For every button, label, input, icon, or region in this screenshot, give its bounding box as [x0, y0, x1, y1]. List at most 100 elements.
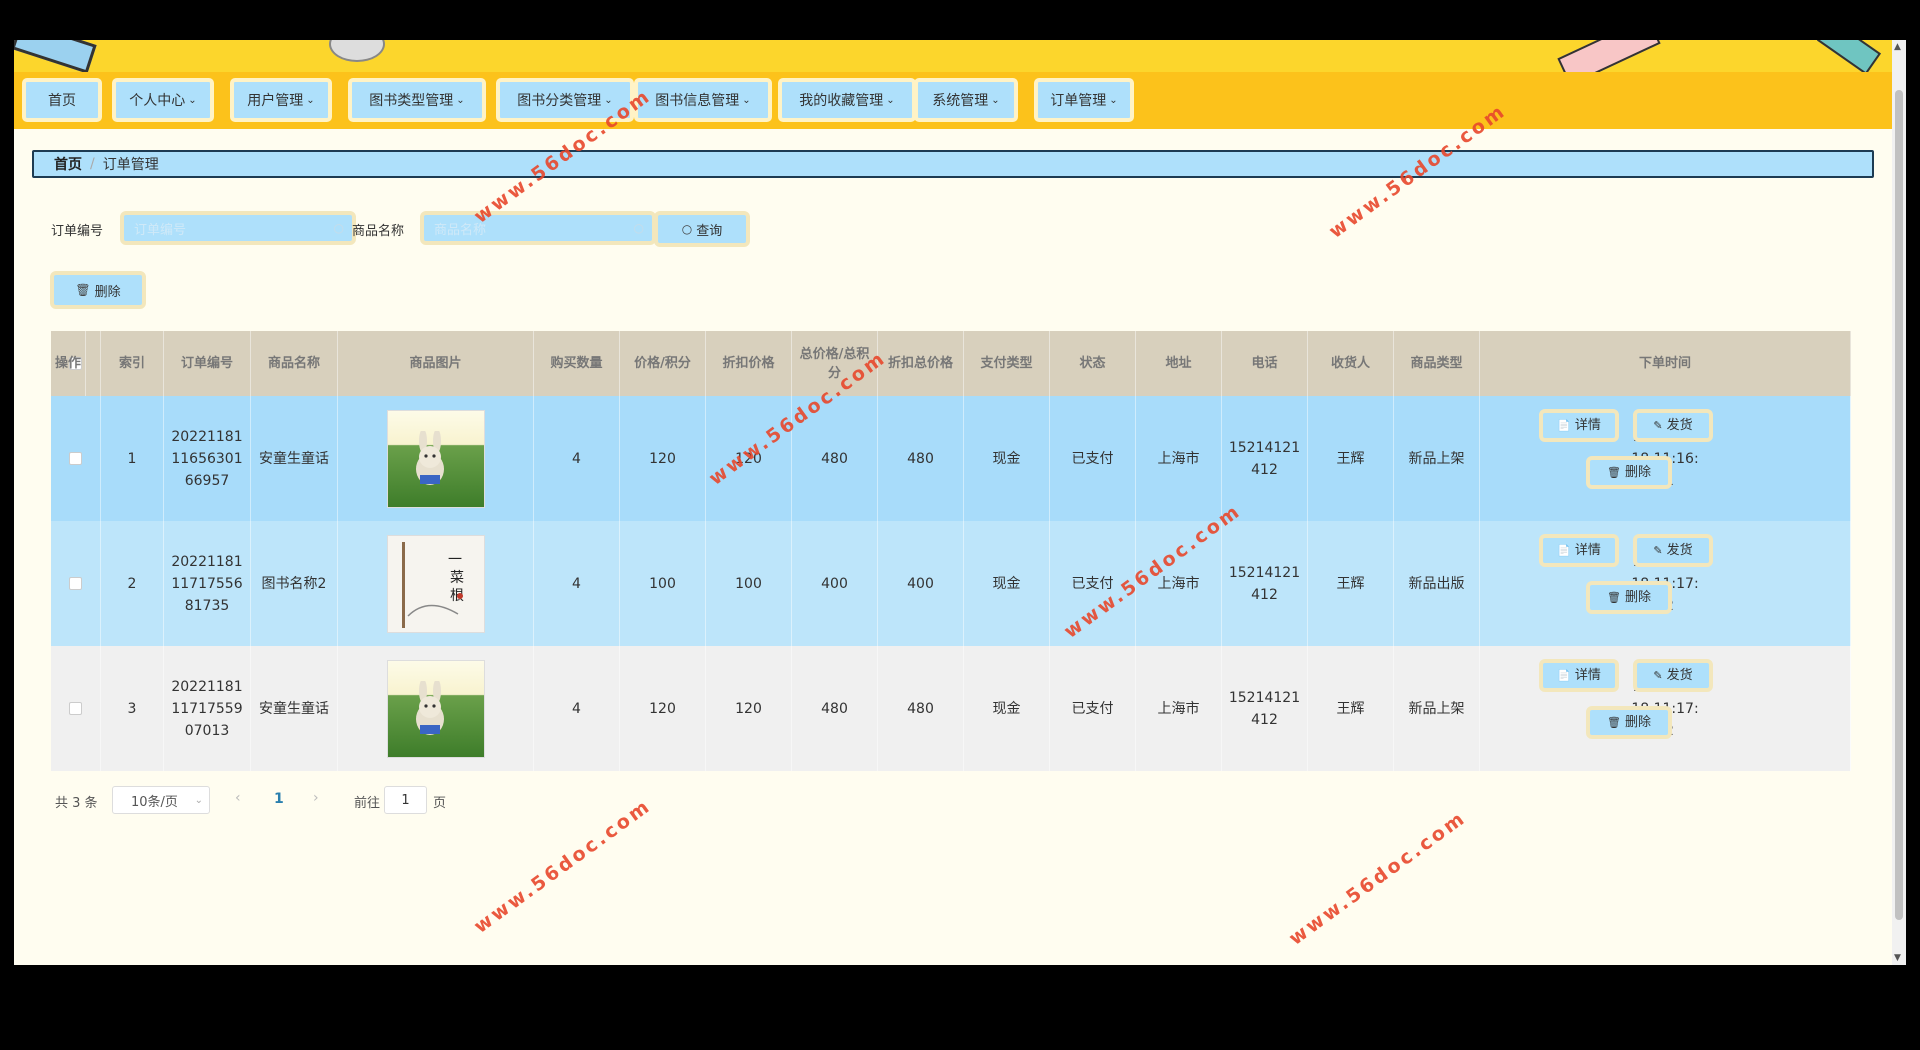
detail-button[interactable]: 📄 详情 — [1539, 409, 1619, 442]
cell-text: 15214121412 — [1228, 564, 1301, 603]
goto-label: 前往 — [354, 796, 381, 811]
cell-text: 120 — [735, 700, 762, 717]
ship-button[interactable]: ✎ 发货 — [1633, 409, 1713, 442]
document-icon: 📄 — [1557, 543, 1571, 557]
row-checkbox[interactable] — [69, 702, 82, 715]
batch-delete-label: 删除 — [94, 284, 121, 300]
cell-qty: 4 — [534, 396, 620, 521]
cell-price: 100 — [620, 521, 706, 646]
row-select[interactable] — [51, 396, 101, 521]
cell-price: 120 — [620, 396, 706, 521]
trash-icon: 🗑 — [1607, 590, 1621, 604]
chevron-down-icon: ⌄ — [742, 94, 751, 106]
nav-item-5[interactable]: 图书信息管理 ⌄ — [634, 78, 772, 122]
next-page-icon[interactable]: › — [313, 790, 319, 806]
nav-item-7[interactable]: 系统管理 ⌄ — [914, 78, 1018, 122]
cell-text: 现金 — [992, 700, 1021, 717]
cell-discount-total: 400 — [878, 521, 964, 646]
nav-item-label: 图书分类管理 — [517, 93, 602, 109]
cell-text: 现金 — [992, 575, 1021, 592]
breadcrumb-separator: / — [90, 156, 95, 172]
breadcrumb-home[interactable]: 首页 — [54, 154, 82, 174]
current-page[interactable]: 1 — [274, 791, 284, 807]
chevron-down-icon: ⌄ — [188, 94, 197, 106]
cell-total: 480 — [792, 646, 878, 771]
document-icon: 📄 — [1557, 668, 1571, 682]
nav-item-label: 订单管理 — [1050, 93, 1107, 109]
banner-decoration — [1816, 40, 1882, 72]
nav-item-2[interactable]: 用户管理 ⌄ — [230, 78, 332, 122]
order-no-input[interactable]: 订单编号 ○ — [120, 211, 356, 245]
nav-item-8[interactable]: 订单管理 ⌄ — [1034, 78, 1134, 122]
detail-button[interactable]: 📄 详情 — [1539, 534, 1619, 567]
trash-icon: 🗑 — [1607, 715, 1621, 729]
cell-text: 120 — [649, 700, 676, 717]
cell-text: 已支付 — [1071, 450, 1114, 467]
ship-button-label: 发货 — [1666, 667, 1693, 683]
banner-decoration — [1557, 40, 1661, 72]
chevron-down-icon: ⌄ — [604, 94, 613, 106]
chevron-down-icon: ⌄ — [991, 94, 1000, 106]
goto-page-input[interactable]: 1 — [384, 786, 427, 814]
goods-name-input[interactable]: 商品名称 ○ — [420, 211, 656, 245]
ship-button[interactable]: ✎ 发货 — [1633, 534, 1713, 567]
scroll-up-icon[interactable]: ▲ — [1894, 42, 1901, 52]
search-icon: ○ — [333, 221, 344, 235]
column-header: 价格/积分 — [620, 331, 706, 396]
column-header: 折扣总价格 — [878, 331, 964, 396]
chevron-down-icon: ⌄ — [886, 94, 895, 106]
total-count: 共 3 条 — [55, 796, 98, 811]
cell-text: 安童生童话 — [259, 700, 329, 717]
row-select[interactable] — [51, 521, 101, 646]
screen: 首页 个人中心 ⌄ 用户管理 ⌄ 图书类型管理 ⌄ 图书分类管理 ⌄ 图书信息管理 ⌄ 我的收藏管理 ⌄… — [0, 0, 1920, 1050]
cell-discount-price: 100 — [706, 521, 792, 646]
query-button-label: 查询 — [696, 223, 723, 239]
column-header: 商品名称 — [251, 331, 338, 396]
nav-item-6[interactable]: 我的收藏管理 ⌄ — [778, 78, 916, 122]
scroll-down-icon[interactable]: ▼ — [1894, 953, 1901, 963]
table-row: 3 2022118111717559 07013 安童生童话 4 120 120 480 48… — [51, 646, 1851, 771]
nav-item-label: 首页 — [48, 93, 76, 109]
banner-decoration — [14, 40, 97, 72]
cell-qty: 4 — [534, 521, 620, 646]
column-header: 地址 — [1136, 331, 1222, 396]
nav-item-3[interactable]: 图书类型管理 ⌄ — [348, 78, 486, 122]
batch-delete-button[interactable]: 🗑 删除 — [50, 271, 146, 309]
column-header: 订单编号 — [164, 331, 251, 396]
delete-button[interactable]: 🗑 删除 — [1586, 706, 1672, 739]
query-button[interactable]: ○ 查询 — [654, 211, 750, 247]
svg-text:一: 一 — [448, 552, 462, 568]
detail-button[interactable]: 📄 详情 — [1539, 659, 1619, 692]
cell-receiver: 王辉 — [1308, 646, 1394, 771]
page-size-select[interactable]: 10条/页 ⌄ — [112, 786, 210, 814]
delete-button[interactable]: 🗑 删除 — [1586, 581, 1672, 614]
row-checkbox[interactable] — [69, 577, 82, 590]
row-checkbox[interactable] — [69, 452, 82, 465]
scrollbar-thumb[interactable] — [1895, 90, 1903, 920]
delete-button-label: 删除 — [1624, 589, 1651, 605]
delete-button-label: 删除 — [1624, 464, 1651, 480]
cell-pay-type: 现金 — [964, 521, 1050, 646]
chevron-down-icon: ⌄ — [456, 94, 465, 106]
cell-text: 2022118111656301 66957 — [171, 428, 243, 489]
cell-text: 2022118111717556 81735 — [171, 553, 243, 614]
nav-item-0[interactable]: 首页 — [22, 78, 102, 122]
page-unit: 页 — [433, 796, 447, 811]
delete-button[interactable]: 🗑 删除 — [1586, 456, 1672, 489]
ship-button-label: 发货 — [1666, 542, 1693, 558]
delete-button-label: 删除 — [1624, 714, 1651, 730]
prev-page-icon[interactable]: ‹ — [235, 790, 241, 806]
nav-item-1[interactable]: 个人中心 ⌄ — [112, 78, 214, 122]
row-select[interactable] — [51, 646, 101, 771]
cell-text: 1 — [127, 450, 137, 467]
cell-text: 王辉 — [1336, 450, 1365, 467]
cell-text: 400 — [907, 575, 934, 592]
cell-pay-type: 现金 — [964, 396, 1050, 521]
goods-name-label: 商品名称 — [352, 224, 405, 239]
header-banner — [14, 40, 1892, 72]
ship-button[interactable]: ✎ 发货 — [1633, 659, 1713, 692]
column-header: 购买数量 — [534, 331, 620, 396]
order-no-label: 订单编号 — [51, 224, 104, 239]
cell-text: 新品上架 — [1408, 450, 1465, 467]
scrollbar[interactable]: ▲ ▼ — [1892, 40, 1906, 965]
